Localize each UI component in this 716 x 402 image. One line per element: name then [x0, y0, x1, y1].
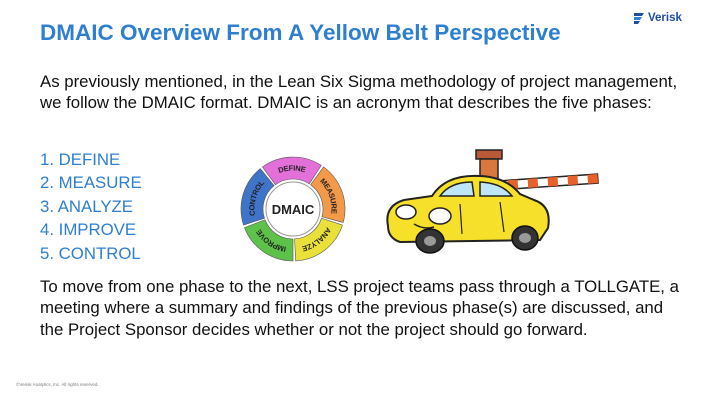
- verisk-logo: Verisk: [633, 11, 682, 25]
- tollgate-paragraph: To move from one phase to the next, LSS …: [40, 277, 679, 339]
- car-at-tollgate-icon: [386, 149, 599, 254]
- verisk-logo-mark-icon: [634, 13, 644, 24]
- phase-item-define: 1. DEFINE: [40, 150, 121, 169]
- copyright-footer: ©Verisk Analytics, Inc. All rights reser…: [16, 382, 99, 387]
- phase-item-measure: 2. MEASURE: [40, 173, 142, 193]
- logo-text: Verisk: [648, 12, 682, 24]
- cycle-center-label: DMAIC: [272, 202, 315, 217]
- slide-title: DMAIC Overview From A Yellow Belt Perspe…: [40, 20, 561, 45]
- phase-item-control: 5. CONTROL: [40, 243, 141, 263]
- phase-item-improve: 4. IMPROVE: [40, 220, 137, 240]
- phase-item-analyze: 3. ANALYZE: [40, 196, 133, 216]
- intro-paragraph: As previously mentioned, in the Lean Six…: [40, 72, 678, 113]
- dmaic-cycle-diagram: DMAIC DEFINEMEASUREANALYZEIMPROVECONTROL: [240, 156, 346, 262]
- phase-list: 1. DEFINE 2. MEASURE 3. ANALYZE 4. IMPRO…: [40, 148, 142, 265]
